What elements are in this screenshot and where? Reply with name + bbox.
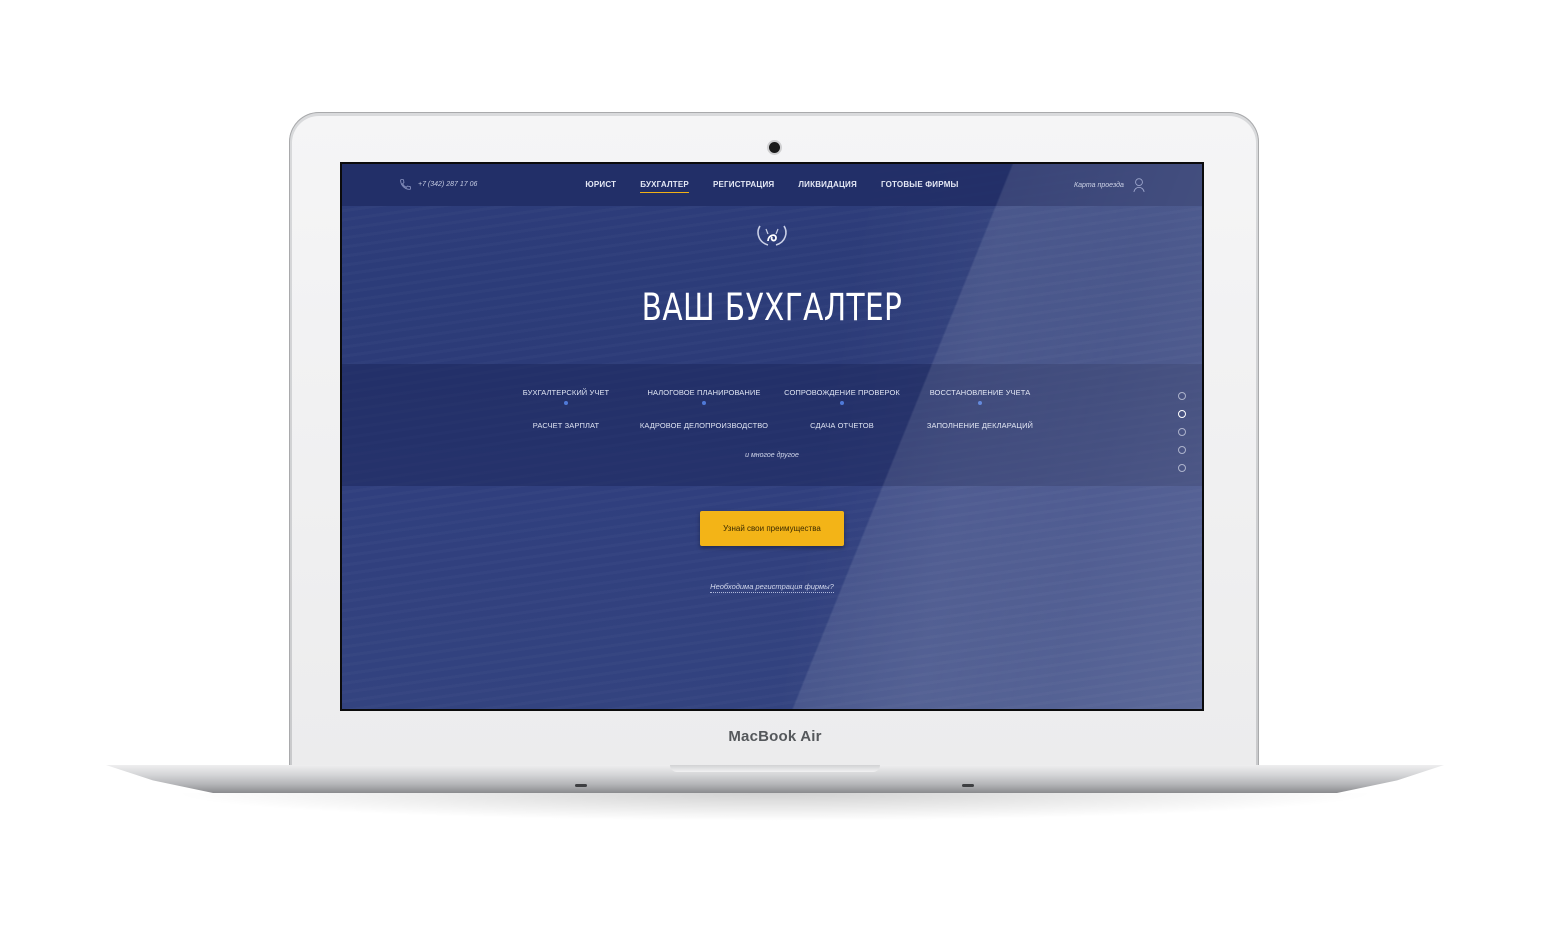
service-item: БУХГАЛТЕРСКИЙ УЧЕТ	[522, 388, 610, 397]
company-logo	[757, 225, 787, 246]
service-separators	[497, 401, 1049, 405]
service-item: ЗАПОЛНЕНИЕ ДЕКЛАРАЦИЙ	[926, 421, 1034, 430]
more-services-text: и многое другое	[745, 452, 799, 459]
services-row-2: РАСЧЕТ ЗАРПЛАТ КАДРОВОЕ ДЕЛОПРОИЗВОДСТВО…	[497, 421, 1049, 430]
pager-dot[interactable]	[1178, 428, 1186, 436]
laptop-screen: +7 (342) 287 17 06 ЮРИСТ БУХГАЛТЕР РЕГИС…	[340, 162, 1204, 711]
service-item: КАДРОВОЕ ДЕЛОПРОИЗВОДСТВО	[639, 421, 769, 430]
nav-item-registration[interactable]: РЕГИСТРАЦИЯ	[713, 180, 774, 192]
pager-dot[interactable]	[1178, 392, 1186, 400]
main-nav: ЮРИСТ БУХГАЛТЕР РЕГИСТРАЦИЯ ЛИКВИДАЦИЯ Г…	[342, 180, 1202, 193]
services-list: БУХГАЛТЕРСКИЙ УЧЕТ НАЛОГОВОЕ ПЛАНИРОВАНИ…	[497, 388, 1049, 430]
separator-dot	[840, 401, 844, 405]
separator-dot	[702, 401, 706, 405]
laptop-shadow	[170, 793, 1380, 821]
pager-dot-active[interactable]	[1178, 410, 1186, 418]
service-item: СДАЧА ОТЧЕТОВ	[810, 421, 874, 430]
map-link[interactable]: Карта проезда	[1074, 182, 1124, 189]
laptop-foot-right	[962, 784, 974, 787]
map-pin-icon[interactable]	[1132, 177, 1146, 193]
service-item: СОПРОВОЖДЕНИЕ ПРОВЕРОК	[784, 388, 900, 397]
website: +7 (342) 287 17 06 ЮРИСТ БУХГАЛТЕР РЕГИС…	[342, 164, 1202, 709]
service-item: НАЛОГОВОЕ ПЛАНИРОВАНИЕ	[647, 388, 761, 397]
separator-dot	[978, 401, 982, 405]
service-item: ВОССТАНОВЛЕНИЕ УЧЕТА	[929, 388, 1031, 397]
separator-dot	[564, 401, 568, 405]
registration-link-wrap: Необходима регистрация фирмы?	[342, 582, 1202, 593]
hero-title: ВАШ БУХГАЛТЕР	[641, 286, 903, 329]
device-brand-label: MacBook Air	[728, 728, 822, 745]
pager-dot[interactable]	[1178, 446, 1186, 454]
camera-icon	[769, 142, 780, 153]
services-row-1: БУХГАЛТЕРСКИЙ УЧЕТ НАЛОГОВОЕ ПЛАНИРОВАНИ…	[497, 388, 1049, 397]
registration-link[interactable]: Необходима регистрация фирмы?	[710, 582, 834, 593]
benefits-button[interactable]: Узнай свои преимущества	[700, 511, 844, 546]
nav-item-lawyer[interactable]: ЮРИСТ	[585, 180, 616, 192]
nav-item-ready-firms[interactable]: ГОТОВЫЕ ФИРМЫ	[881, 180, 959, 192]
service-item: РАСЧЕТ ЗАРПЛАТ	[532, 421, 600, 430]
laptop-foot-left	[575, 784, 587, 787]
nav-item-liquidation[interactable]: ЛИКВИДАЦИЯ	[798, 180, 857, 192]
site-header: +7 (342) 287 17 06 ЮРИСТ БУХГАЛТЕР РЕГИС…	[342, 164, 1202, 206]
slide-pager	[1178, 392, 1186, 482]
laptop-notch	[670, 765, 880, 772]
pager-dot[interactable]	[1178, 464, 1186, 472]
nav-item-accountant[interactable]: БУХГАЛТЕР	[640, 180, 689, 193]
